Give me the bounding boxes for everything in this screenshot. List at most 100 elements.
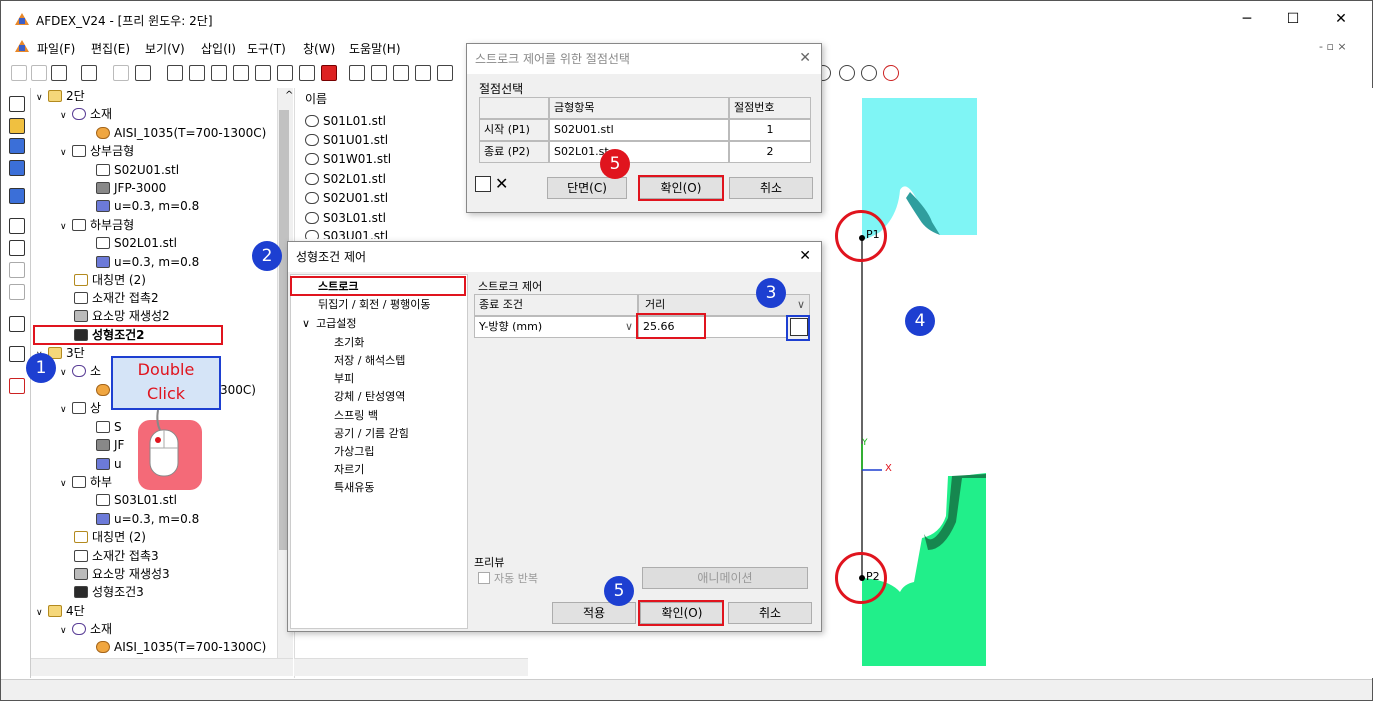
tree-item[interactable]: AISI_1035(T=700-1300C) <box>96 124 266 142</box>
tree-item[interactable]: 소재간 접촉2 <box>74 289 159 307</box>
minimize-button[interactable]: ─ <box>1232 10 1262 28</box>
auto-repeat-checkbox[interactable] <box>478 572 490 584</box>
nav-item-save[interactable]: 저장 / 해석스텝 <box>334 352 405 368</box>
file-item[interactable]: S03L01.stl <box>305 209 386 227</box>
menu-view[interactable]: 보기(V) <box>145 40 185 57</box>
import-icon[interactable] <box>113 65 129 81</box>
node-dialog-close-button[interactable]: ✕ <box>799 50 811 66</box>
open-folder-icon[interactable] <box>51 65 67 81</box>
collapse-arrow-icon[interactable]: ^ <box>285 90 293 101</box>
document-icon[interactable] <box>9 316 25 332</box>
animation-button[interactable]: 애니메이션 <box>642 567 808 589</box>
rotate-icon[interactable] <box>883 65 899 81</box>
menu-edit[interactable]: 편집(E) <box>91 40 130 57</box>
zoom-in-icon[interactable] <box>839 65 855 81</box>
view-back-icon[interactable] <box>189 65 205 81</box>
end-node-cell[interactable]: 2 <box>729 141 811 163</box>
tree-item[interactable]: ∨ 소재 <box>60 105 112 123</box>
export-icon[interactable] <box>135 65 151 81</box>
tree-item[interactable]: u=0.3, m=0.8 <box>96 510 199 528</box>
view-left-icon[interactable] <box>211 65 227 81</box>
billet-tool-icon[interactable] <box>9 118 25 134</box>
tree-item[interactable]: S02U01.stl <box>96 161 179 179</box>
tree-item[interactable]: u=0.3, m=0.8 <box>96 253 199 271</box>
file-item[interactable]: S01L01.stl <box>305 112 386 130</box>
save-icon[interactable] <box>81 65 97 81</box>
hierarchy-icon[interactable] <box>9 240 25 256</box>
pan-hand-icon[interactable] <box>861 65 877 81</box>
tree-item[interactable]: ∨ 4단 <box>36 602 85 620</box>
menu-window[interactable]: 창(W) <box>303 40 335 57</box>
tree-item[interactable]: AISI_1035(T=700-1300C) <box>96 638 266 656</box>
export-tree-icon[interactable] <box>9 346 25 362</box>
render-mesh-icon[interactable] <box>437 65 453 81</box>
new-file-icon[interactable] <box>11 65 27 81</box>
die-tool-icon[interactable] <box>9 138 25 154</box>
tree-item[interactable]: 성형조건3 <box>74 583 144 601</box>
tree-item[interactable]: u <box>96 455 122 473</box>
tree-item[interactable]: 요소망 재생성3 <box>74 565 170 583</box>
pick-node-icon[interactable] <box>475 176 491 192</box>
file-item[interactable]: S02L01.stl <box>305 170 386 188</box>
tree-item[interactable]: u=0.3, m=0.8 <box>96 197 199 215</box>
render-mode-icon[interactable] <box>349 65 365 81</box>
view-top-icon[interactable] <box>255 65 271 81</box>
section-button[interactable]: 단면(C) <box>547 177 627 199</box>
press-tool-icon[interactable] <box>9 160 25 176</box>
file-list-horizontal-scrollbar[interactable] <box>294 658 528 676</box>
tree-item[interactable]: 요소망 재생성2 <box>74 307 170 325</box>
tree-item[interactable]: ∨ 하부 <box>60 473 112 491</box>
start-die-cell[interactable]: S02U01.stl <box>549 119 729 141</box>
file-item[interactable]: S03U01.stl <box>305 227 388 239</box>
close-button[interactable]: ✕ <box>1326 10 1356 28</box>
copy-icon[interactable] <box>9 262 25 278</box>
monitor-icon[interactable] <box>9 188 25 204</box>
checklist-icon[interactable] <box>9 378 25 394</box>
file-item[interactable]: S01U01.stl <box>305 131 388 149</box>
direction-select[interactable]: Y-방향 (mm) ∨ <box>474 316 638 338</box>
maximize-button[interactable]: ☐ <box>1278 10 1308 28</box>
open-file-icon[interactable] <box>31 65 47 81</box>
tree-item[interactable]: ∨ 소재 <box>60 620 112 638</box>
nav-item-flip-rotate[interactable]: 뒤집기 / 회전 / 평행이동 <box>318 296 430 312</box>
nav-item-cut[interactable]: 자르기 <box>334 461 364 477</box>
mdi-child-buttons[interactable]: - ▫ × <box>1319 40 1347 53</box>
file-item[interactable]: S02U01.stl <box>305 189 388 207</box>
forming-cancel-button[interactable]: 취소 <box>728 602 812 624</box>
tree-view-icon[interactable] <box>9 96 25 112</box>
render-wire-icon[interactable] <box>371 65 387 81</box>
tree-item[interactable]: ∨ 2단 <box>36 87 85 105</box>
split-icon[interactable] <box>9 284 25 300</box>
file-list-header[interactable]: 이름 <box>305 90 327 107</box>
view-bottom-icon[interactable] <box>277 65 293 81</box>
nav-item-air-trap[interactable]: 공기 / 기름 갇힘 <box>334 425 409 441</box>
nav-item-init[interactable]: 초기화 <box>334 334 364 350</box>
tree-item[interactable]: JFP-3000 <box>96 179 166 197</box>
view-iso-red-icon[interactable] <box>321 65 337 81</box>
menu-help[interactable]: 도움말(H) <box>349 40 401 57</box>
render-edge-icon[interactable] <box>415 65 431 81</box>
tree-item[interactable]: 대칭면 (2) <box>74 528 146 546</box>
tree-item[interactable]: 대칭면 (2) <box>74 271 146 289</box>
nav-item-volume[interactable]: 부피 <box>334 370 354 386</box>
view-iso-icon[interactable] <box>299 65 315 81</box>
tree-item[interactable]: 소재간 접촉3 <box>74 547 159 565</box>
nav-item-rigid[interactable]: 강체 / 탄성영역 <box>334 388 405 404</box>
nav-item-virtual-grip[interactable]: 가상그립 <box>334 443 374 459</box>
layout-icon[interactable] <box>9 218 25 234</box>
tree-item[interactable]: ∨ 소 <box>60 362 101 380</box>
file-item[interactable]: S01W01.stl <box>305 150 391 168</box>
forming-dialog-close-button[interactable]: ✕ <box>799 248 811 264</box>
menu-tools[interactable]: 도구(T) <box>247 40 286 57</box>
tree-horizontal-scrollbar[interactable] <box>31 658 293 676</box>
nav-item-springback[interactable]: 스프링 백 <box>334 407 378 423</box>
node-cancel-button[interactable]: 취소 <box>729 177 813 199</box>
menu-insert[interactable]: 삽입(I) <box>201 40 236 57</box>
tree-item[interactable]: S02L01.stl <box>96 234 177 252</box>
clear-x-icon[interactable]: ✕ <box>495 174 508 193</box>
render-shade-icon[interactable] <box>393 65 409 81</box>
tree-item[interactable]: S <box>96 418 122 436</box>
tree-item[interactable]: ∨ 상부금형 <box>60 142 134 160</box>
menu-file[interactable]: 파일(F) <box>37 40 75 57</box>
view-right-icon[interactable] <box>233 65 249 81</box>
